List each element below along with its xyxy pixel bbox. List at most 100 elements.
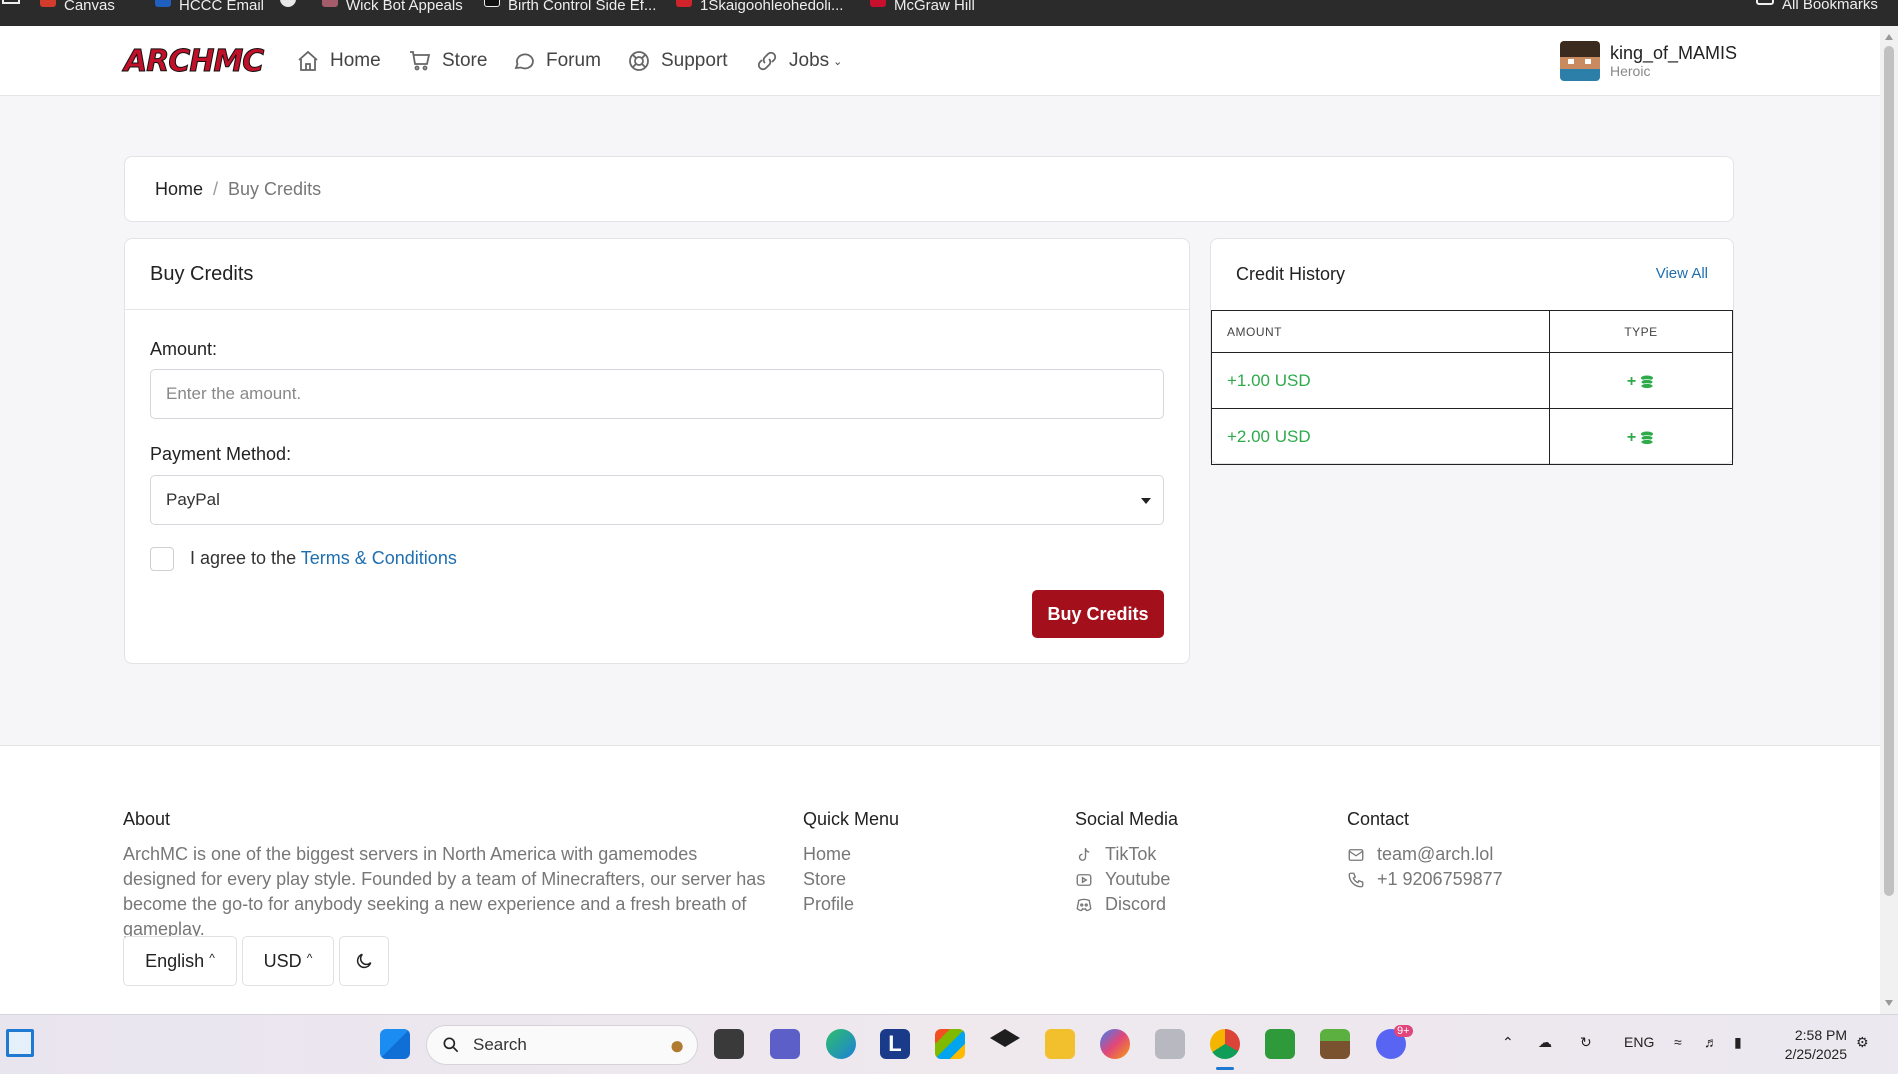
buy-credits-title: Buy Credits — [150, 263, 254, 285]
theme-toggle-button[interactable] — [339, 936, 389, 986]
folder-icon — [1756, 0, 1774, 5]
nav-forum[interactable]: Forum — [512, 46, 601, 76]
chrome-icon[interactable] — [1210, 1029, 1240, 1059]
chevron-up-icon: ^ — [306, 951, 313, 965]
avatar — [1560, 41, 1600, 81]
site-footer: About ArchMC is one of the biggest serve… — [0, 745, 1880, 1014]
footer-contact-email[interactable]: team@arch.lol — [1347, 842, 1503, 867]
payment-method-label: Payment Method: — [150, 444, 292, 464]
history-amount: +2.00 USD — [1211, 408, 1550, 465]
view-all-link[interactable]: View All — [1656, 265, 1708, 282]
column-header-amount: AMOUNT — [1211, 310, 1550, 353]
footer-social-links: TikTok Youtube Discord — [1075, 842, 1170, 917]
bookmark-birth-control[interactable]: Birth Control Side Ef... — [484, 0, 656, 13]
clock-date: 2/25/2025 — [1784, 1046, 1847, 1062]
input-language[interactable]: ENG — [1624, 1034, 1654, 1050]
phone-icon — [1348, 872, 1364, 887]
column-header-type: TYPE — [1549, 310, 1733, 353]
footer-contact: team@arch.lol +1 9206759877 — [1347, 842, 1503, 892]
language-selector[interactable]: English ^ — [123, 936, 237, 986]
footer-contact-phone[interactable]: +1 9206759877 — [1347, 867, 1503, 892]
buy-credits-button[interactable]: Buy Credits — [1032, 590, 1164, 638]
system-clock[interactable]: 2:58 PM 2/25/2025 — [1772, 1026, 1847, 1064]
tray-overflow-chevron-icon[interactable]: ⌃ — [1502, 1034, 1514, 1051]
lockdown-browser-icon[interactable]: L — [880, 1029, 910, 1059]
bookmark-canvas[interactable]: Canvas — [40, 0, 115, 13]
wifi-icon[interactable]: ≈ — [1674, 1034, 1682, 1050]
file-explorer-icon[interactable] — [1045, 1029, 1075, 1059]
scroll-thumb[interactable] — [1884, 46, 1894, 896]
user-menu[interactable]: king_of_MAMIS Heroic — [1560, 40, 1737, 82]
google-icon — [280, 0, 296, 7]
currency-selector[interactable]: USD ^ — [242, 936, 334, 986]
outlook-icon — [155, 0, 171, 7]
footer-link-youtube[interactable]: Youtube — [1075, 867, 1170, 892]
footer-about-text: ArchMC is one of the biggest servers in … — [123, 844, 766, 939]
bookmark-mcgraw-hill[interactable]: McGraw Hill — [870, 0, 975, 13]
muffin-icon: ● — [669, 1029, 685, 1060]
breadcrumb-home[interactable]: Home — [155, 179, 203, 200]
scroll-up-arrow-icon[interactable] — [1885, 34, 1893, 40]
footer-link-home[interactable]: Home — [803, 842, 854, 867]
footer-link-profile[interactable]: Profile — [803, 892, 854, 917]
table-row: +2.00 USD + — [1211, 408, 1733, 465]
bookmark-google[interactable] — [280, 0, 304, 10]
bookmark-hccc-email[interactable]: HCCC Email — [155, 0, 264, 13]
copilot-icon[interactable] — [1100, 1029, 1130, 1059]
notification-bell-icon[interactable]: ⚙ — [1856, 1034, 1869, 1051]
nav-jobs[interactable]: Jobs ⌄ — [755, 46, 842, 76]
task-view-icon[interactable] — [714, 1029, 744, 1059]
dropbox-icon[interactable] — [990, 1029, 1020, 1047]
nav-support[interactable]: Support — [627, 46, 728, 76]
credit-history-title: Credit History — [1236, 264, 1346, 284]
credit-added-coins-icon: + — [1627, 429, 1655, 447]
onedrive-icon[interactable]: ☁ — [1538, 1034, 1552, 1051]
apps-grid-icon[interactable] — [2, 0, 20, 10]
mail-icon — [1348, 848, 1364, 861]
lifebuoy-icon — [629, 51, 649, 71]
payment-method-value: PayPal — [166, 490, 220, 509]
canvas-icon — [40, 0, 56, 7]
microsoft-store-icon[interactable] — [935, 1029, 965, 1059]
edge-icon[interactable] — [826, 1029, 856, 1059]
credit-history-table: AMOUNT TYPE +1.00 USD + +2.00 USD + — [1211, 310, 1733, 465]
taskbar-search[interactable]: Search ● — [426, 1025, 698, 1065]
history-amount: +1.00 USD — [1211, 352, 1550, 409]
volume-icon[interactable]: ♬ — [1704, 1034, 1718, 1050]
caret-down-icon — [1141, 498, 1151, 504]
card-divider — [125, 309, 1189, 310]
teams-icon[interactable] — [770, 1029, 800, 1059]
scroll-down-arrow-icon[interactable] — [1885, 1000, 1893, 1006]
app-icon[interactable] — [1155, 1029, 1185, 1059]
nav-home[interactable]: Home — [296, 46, 381, 76]
footer-social-title: Social Media — [1075, 809, 1179, 829]
footer-link-store[interactable]: Store — [803, 867, 854, 892]
terms-checkbox[interactable] — [150, 547, 174, 571]
terms-link[interactable]: Terms & Conditions — [301, 548, 457, 568]
payment-method-select[interactable]: PayPal — [150, 475, 1164, 525]
minecraft-icon[interactable] — [1265, 1029, 1295, 1059]
error-401-icon — [676, 0, 692, 7]
home-icon — [298, 50, 318, 71]
breadcrumb-separator: / — [213, 178, 219, 199]
widgets-icon[interactable] — [6, 1029, 34, 1057]
battery-icon[interactable]: ▮ — [1734, 1034, 1742, 1051]
footer-link-tiktok[interactable]: TikTok — [1075, 842, 1170, 867]
bookmark-wick-bot-appeals[interactable]: Wick Bot Appeals — [322, 0, 463, 13]
all-bookmarks[interactable]: All Bookmarks — [1756, 0, 1878, 12]
windows-start-icon[interactable] — [380, 1029, 410, 1059]
footer-quick-menu: Home Store Profile — [803, 842, 854, 917]
sync-icon[interactable]: ↻ — [1580, 1034, 1592, 1051]
breadcrumb-current: Buy Credits — [228, 178, 322, 199]
footer-link-discord[interactable]: Discord — [1075, 892, 1170, 917]
notion-icon — [484, 0, 500, 7]
minecraft-launcher-icon[interactable] — [1320, 1029, 1350, 1059]
amount-input[interactable] — [150, 369, 1164, 419]
search-icon — [443, 1037, 459, 1053]
nav-store[interactable]: Store — [408, 46, 487, 76]
chat-icon — [514, 53, 534, 70]
user-name: king_of_MAMIS — [1610, 43, 1738, 63]
bookmark-error-page[interactable]: 1Skaigoohleohedoli... — [676, 0, 843, 13]
archmc-logo[interactable]: ARCHMC — [123, 44, 264, 80]
page-scrollbar[interactable] — [1880, 26, 1898, 1014]
